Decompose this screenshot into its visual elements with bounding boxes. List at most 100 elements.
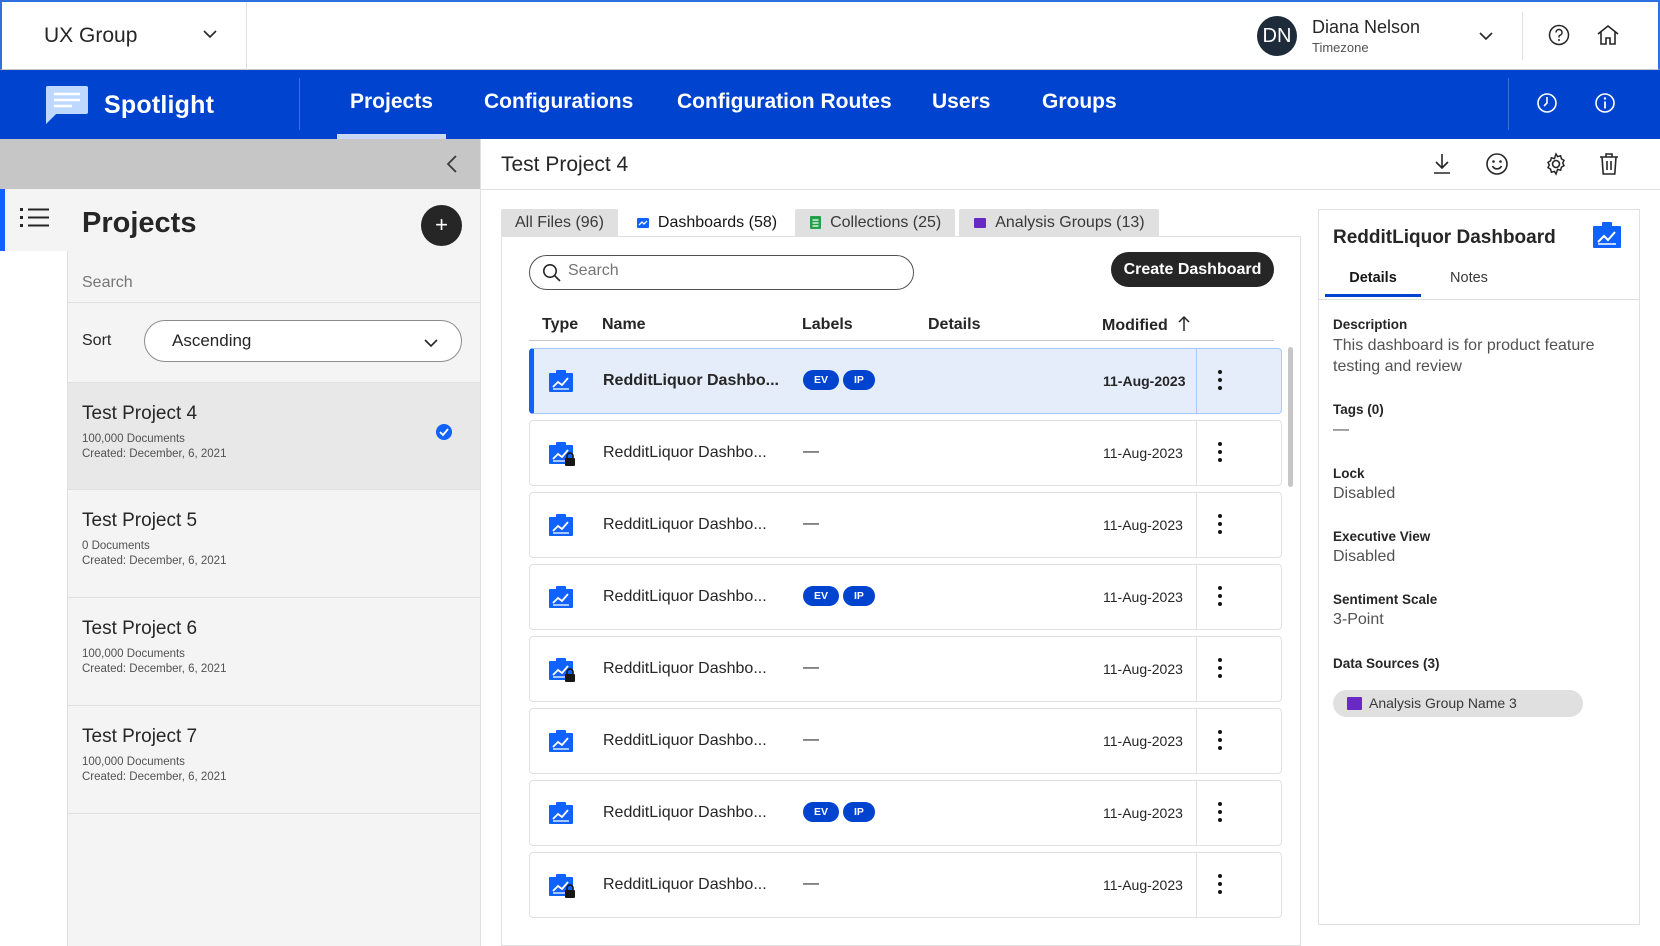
row-name[interactable]: RedditLiquor Dashbo...	[603, 876, 767, 894]
label-badge: IP	[843, 802, 875, 822]
project-item[interactable]: Test Project 4 100,000 Documents Created:…	[68, 382, 480, 489]
rail-item-projects[interactable]	[0, 189, 68, 251]
dashboard-search[interactable]	[529, 255, 914, 290]
field-value: —	[1333, 421, 1349, 438]
settings-icon[interactable]	[1544, 152, 1568, 176]
nav-item-configuration-routes[interactable]: Configuration Routes	[677, 70, 892, 139]
table-row[interactable]: RedditLiquor Dashbo... — 11-Aug-2023	[529, 708, 1282, 774]
overflow-menu-icon[interactable]	[1218, 514, 1222, 538]
label-badge: IP	[843, 586, 875, 606]
table-row[interactable]: RedditLiquor Dashbo... — 11-Aug-2023	[529, 492, 1282, 558]
help-icon[interactable]	[1548, 24, 1570, 46]
overflow-menu-icon[interactable]	[1218, 370, 1222, 394]
labels: EV IP	[803, 586, 879, 606]
row-name[interactable]: RedditLiquor Dashbo...	[603, 588, 767, 606]
table-row[interactable]: RedditLiquor Dashbo... EV IP 11-Aug-2023	[529, 564, 1282, 630]
table-row[interactable]: RedditLiquor Dashbo... — 11-Aug-2023	[529, 852, 1282, 918]
add-project-button[interactable]: +	[421, 205, 462, 246]
project-created: Created: December, 6, 2021	[82, 663, 227, 675]
scrollbar[interactable]	[1288, 347, 1293, 487]
chevron-left-icon[interactable]	[444, 154, 462, 174]
create-dashboard-button[interactable]: Create Dashboard	[1111, 252, 1274, 287]
table-row[interactable]: RedditLiquor Dashbo... — 11-Aug-2023	[529, 420, 1282, 486]
analysis-group-icon	[974, 217, 987, 228]
spotlight-logo-icon	[46, 86, 88, 124]
nav-item-configurations[interactable]: Configurations	[484, 70, 633, 139]
smile-icon[interactable]	[1485, 152, 1509, 176]
empty-labels: —	[803, 515, 819, 532]
label-badge: EV	[803, 370, 840, 390]
divider	[1319, 299, 1639, 300]
field-value: This dashboard is for product feature te…	[1333, 337, 1595, 375]
brand-name: Spotlight	[104, 90, 215, 119]
overflow-menu-icon[interactable]	[1218, 730, 1222, 754]
tab-notes[interactable]: Notes	[1421, 259, 1517, 297]
nav-item-users[interactable]: Users	[932, 70, 990, 139]
row-date: 11-Aug-2023	[1103, 877, 1183, 893]
row-name[interactable]: RedditLiquor Dashbo...	[603, 516, 767, 534]
table-row[interactable]: RedditLiquor Dashbo... EV IP 11-Aug-2023	[529, 348, 1282, 414]
row-date: 11-Aug-2023	[1103, 517, 1183, 533]
labels: EV IP	[803, 802, 879, 822]
row-name[interactable]: RedditLiquor Dashbo...	[603, 732, 767, 750]
label-badge: IP	[843, 370, 875, 390]
details-title: RedditLiquor Dashboard	[1333, 227, 1556, 248]
tab-all-files[interactable]: All Files (96)	[501, 209, 618, 236]
history-icon[interactable]	[1536, 92, 1558, 114]
table-row[interactable]: RedditLiquor Dashbo... — 11-Aug-2023	[529, 636, 1282, 702]
overflow-menu-icon[interactable]	[1218, 658, 1222, 682]
nav-item-groups[interactable]: Groups	[1042, 70, 1117, 139]
project-item[interactable]: Test Project 7 100,000 Documents Created:…	[68, 705, 480, 812]
column-header-type[interactable]: Type	[542, 316, 578, 334]
data-source-name: Analysis Group Name 3	[1369, 695, 1517, 711]
tab-collections[interactable]: Collections (25)	[795, 209, 956, 236]
details-panel: RedditLiquor Dashboard Details Notes Des…	[1318, 209, 1640, 925]
row-date: 11-Aug-2023	[1103, 733, 1183, 749]
brand[interactable]: Spotlight	[42, 84, 214, 126]
field-value: Disabled	[1333, 548, 1396, 565]
field-value: Disabled	[1333, 485, 1396, 502]
main-nav: Spotlight Projects Configurations Config…	[0, 70, 1660, 139]
project-search-input[interactable]	[82, 274, 462, 292]
divider	[1196, 349, 1197, 413]
tab-label: Dashboards (58)	[657, 214, 778, 231]
nav-item-projects[interactable]: Projects	[337, 70, 446, 139]
project-item[interactable]: Test Project 6 100,000 Documents Created:…	[68, 597, 480, 704]
chevron-down-icon[interactable]	[1478, 28, 1494, 44]
info-icon[interactable]	[1594, 92, 1616, 114]
column-header-name[interactable]: Name	[602, 316, 646, 334]
table-row[interactable]: RedditLiquor Dashbo... EV IP 11-Aug-2023	[529, 780, 1282, 846]
overflow-menu-icon[interactable]	[1218, 586, 1222, 610]
sort-select[interactable]: Ascending	[144, 320, 462, 362]
trash-icon[interactable]	[1598, 152, 1620, 176]
project-item[interactable]: Test Project 5 0 Documents Created: Decem…	[68, 489, 480, 596]
data-source-pill[interactable]: Analysis Group Name 3	[1333, 690, 1583, 717]
projects-panel: Projects + Sort Ascending Test Project 4…	[68, 189, 480, 946]
org-switcher[interactable]: UX Group	[2, 2, 247, 70]
overflow-menu-icon[interactable]	[1218, 874, 1222, 898]
overflow-menu-icon[interactable]	[1218, 442, 1222, 466]
empty-labels: —	[803, 875, 819, 892]
left-rail	[0, 189, 68, 946]
overflow-menu-icon[interactable]	[1218, 802, 1222, 826]
row-name[interactable]: RedditLiquor Dashbo...	[603, 804, 767, 822]
empty-labels: —	[803, 443, 819, 460]
row-date: 11-Aug-2023	[1103, 805, 1183, 821]
field-label: Sentiment Scale	[1333, 592, 1438, 607]
tab-dashboards[interactable]: Dashboards (58)	[621, 209, 792, 236]
search-input[interactable]	[568, 262, 898, 280]
user-menu[interactable]: DN Diana Nelson Timezone	[1257, 16, 1420, 56]
tab-details[interactable]: Details	[1325, 259, 1421, 297]
column-header-labels[interactable]: Labels	[802, 316, 853, 334]
row-name[interactable]: RedditLiquor Dashbo...	[603, 372, 779, 390]
column-header-details[interactable]: Details	[928, 316, 980, 334]
row-name[interactable]: RedditLiquor Dashbo...	[603, 660, 767, 678]
user-timezone: Timezone	[1312, 40, 1369, 55]
tab-analysis-groups[interactable]: Analysis Groups (13)	[959, 209, 1159, 236]
column-header-modified[interactable]: Modified	[1102, 315, 1190, 335]
row-name[interactable]: RedditLiquor Dashbo...	[603, 444, 767, 462]
download-icon[interactable]	[1431, 152, 1453, 176]
divider	[481, 189, 1660, 190]
locked-dashboard-icon	[549, 874, 575, 898]
home-icon[interactable]	[1596, 24, 1620, 46]
